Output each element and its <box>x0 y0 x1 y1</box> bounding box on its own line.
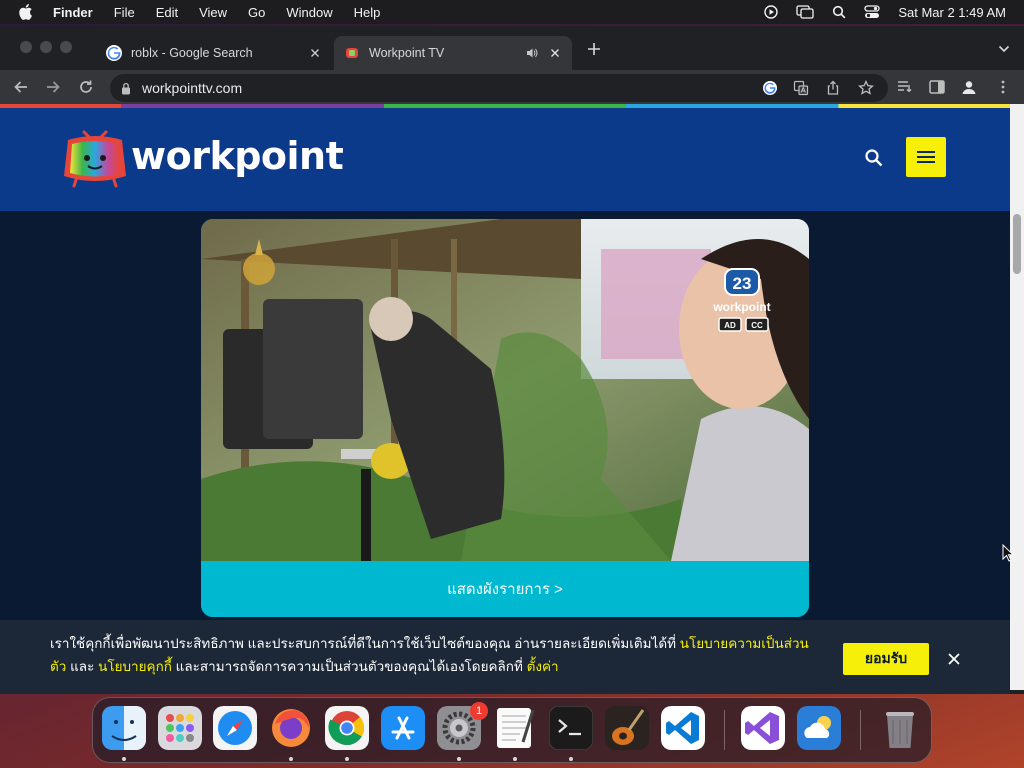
site-logo-text[interactable]: workpoint <box>131 134 344 178</box>
window-minimize-button[interactable] <box>40 41 52 53</box>
garageband-icon[interactable] <box>605 706 649 750</box>
visual-studio-icon[interactable] <box>741 706 785 750</box>
apple-menu-icon[interactable] <box>19 4 33 20</box>
site-header: workpoint <box>0 108 1010 211</box>
vscode-icon[interactable] <box>661 706 705 750</box>
now-playing-icon[interactable] <box>764 5 779 19</box>
live-video-player[interactable]: 23 workpoint AD CC <box>201 219 809 561</box>
running-indicator <box>345 757 349 761</box>
running-indicator <box>569 757 573 761</box>
close-tab-icon[interactable] <box>308 46 322 60</box>
audio-description-badge: AD <box>724 321 736 330</box>
hamburger-line <box>917 161 935 163</box>
back-icon[interactable] <box>12 78 30 96</box>
lock-icon[interactable] <box>121 82 131 95</box>
menu-go[interactable]: Go <box>248 5 265 20</box>
translate-icon[interactable] <box>793 80 809 96</box>
accept-cookies-button[interactable]: ยอมรับ <box>843 643 929 675</box>
mouse-cursor-icon <box>1002 544 1014 562</box>
cookie-text-part: เราใช้คุกกี้เพื่อพัฒนาประสิทธิภาพ และประ… <box>50 636 680 651</box>
trash-icon[interactable] <box>878 706 922 750</box>
finder-icon[interactable] <box>102 706 146 750</box>
url-text[interactable]: workpointtv.com <box>142 80 242 96</box>
google-icon <box>106 45 122 61</box>
dock-separator <box>860 710 861 750</box>
menu-window[interactable]: Window <box>286 5 332 20</box>
page-viewport: workpoint 23 workpoint AD CC แสดงผังรายก… <box>0 108 1010 694</box>
window-close-button[interactable] <box>20 41 32 53</box>
tab-workpoint-tv[interactable]: Workpoint TV <box>334 36 572 70</box>
bookmark-star-icon[interactable] <box>858 80 874 96</box>
schedule-link[interactable]: แสดงผังรายการ > <box>201 561 809 617</box>
browser-window: roblx - Google Search Workpoint TV workp… <box>0 26 1024 694</box>
tab-title: Workpoint TV <box>369 46 445 60</box>
forward-icon[interactable] <box>44 78 62 96</box>
spotlight-search-icon[interactable] <box>832 5 846 19</box>
close-icon[interactable] <box>947 652 961 666</box>
menu-bar: Finder File Edit View Go Window Help Sat… <box>0 0 1024 24</box>
window-zoom-button[interactable] <box>60 41 72 53</box>
terminal-icon[interactable] <box>549 706 593 750</box>
launchpad-icon[interactable] <box>158 706 202 750</box>
cookie-message: เราใช้คุกกี้เพื่อพัฒนาประสิทธิภาพ และประ… <box>50 632 820 678</box>
workpoint-favicon <box>346 48 358 58</box>
tab-list-chevron-icon[interactable] <box>998 44 1010 54</box>
running-indicator <box>289 757 293 761</box>
firefox-icon[interactable] <box>269 706 313 750</box>
hamburger-menu-button[interactable] <box>906 137 946 177</box>
app-store-icon[interactable] <box>381 706 425 750</box>
screen-mirroring-icon[interactable] <box>796 5 814 19</box>
cookie-settings-link[interactable]: ตั้งค่า <box>527 659 559 674</box>
menu-help[interactable]: Help <box>354 5 381 20</box>
share-icon[interactable] <box>825 80 841 96</box>
channel-name: workpoint <box>712 300 770 314</box>
control-center-icon[interactable] <box>864 5 880 19</box>
reload-icon[interactable] <box>77 78 95 96</box>
browser-toolbar: workpointtv.com <box>0 70 1024 104</box>
weather-icon[interactable] <box>797 706 841 750</box>
cookie-text-part: และ <box>66 659 99 674</box>
dock: 1 <box>92 697 932 763</box>
tab-strip: roblx - Google Search Workpoint TV <box>0 26 1024 70</box>
running-indicator <box>122 757 126 761</box>
menu-view[interactable]: View <box>199 5 227 20</box>
address-bar[interactable]: workpointtv.com <box>110 74 888 102</box>
cookie-consent-bar: เราใช้คุกกี้เพื่อพัฒนาประสิทธิภาพ และประ… <box>0 620 1010 694</box>
menu-edit[interactable]: Edit <box>156 5 178 20</box>
menu-clock[interactable]: Sat Mar 2 1:49 AM <box>898 5 1006 20</box>
dock-separator <box>724 710 725 750</box>
tab-google-search[interactable]: roblx - Google Search <box>96 36 332 70</box>
running-indicator <box>513 757 517 761</box>
cookie-policy-link[interactable]: นโยบายคุกกี้ <box>98 659 172 674</box>
menu-file[interactable]: File <box>114 5 135 20</box>
speaker-icon[interactable] <box>526 47 538 59</box>
page-scrollbar[interactable] <box>1010 104 1024 690</box>
workpoint-logo-icon[interactable] <box>62 128 128 190</box>
menu-app-name[interactable]: Finder <box>53 5 93 20</box>
safari-icon[interactable] <box>213 706 257 750</box>
tab-title: roblx - Google Search <box>131 46 253 60</box>
side-panel-icon[interactable] <box>928 78 946 96</box>
hamburger-line <box>917 151 935 153</box>
new-tab-icon[interactable] <box>586 41 602 57</box>
cookie-text-part: และสามารถจัดการความเป็นส่วนตัวของคุณได้เ… <box>171 659 527 674</box>
profile-icon[interactable] <box>960 78 978 96</box>
channel-number: 23 <box>733 274 752 293</box>
site-search-icon[interactable] <box>864 148 884 168</box>
live-video-card: 23 workpoint AD CC แสดงผังรายการ > <box>201 219 809 617</box>
hamburger-line <box>917 156 935 158</box>
reading-list-icon[interactable] <box>896 78 914 96</box>
more-menu-icon[interactable] <box>994 78 1012 96</box>
chrome-icon[interactable] <box>325 706 369 750</box>
running-indicator <box>457 757 461 761</box>
close-tab-icon[interactable] <box>548 46 562 60</box>
notification-badge: 1 <box>470 702 488 720</box>
google-lens-icon[interactable] <box>762 80 778 96</box>
scrollbar-thumb[interactable] <box>1013 214 1021 274</box>
closed-caption-badge: CC <box>751 321 763 330</box>
textedit-icon[interactable] <box>493 706 537 750</box>
